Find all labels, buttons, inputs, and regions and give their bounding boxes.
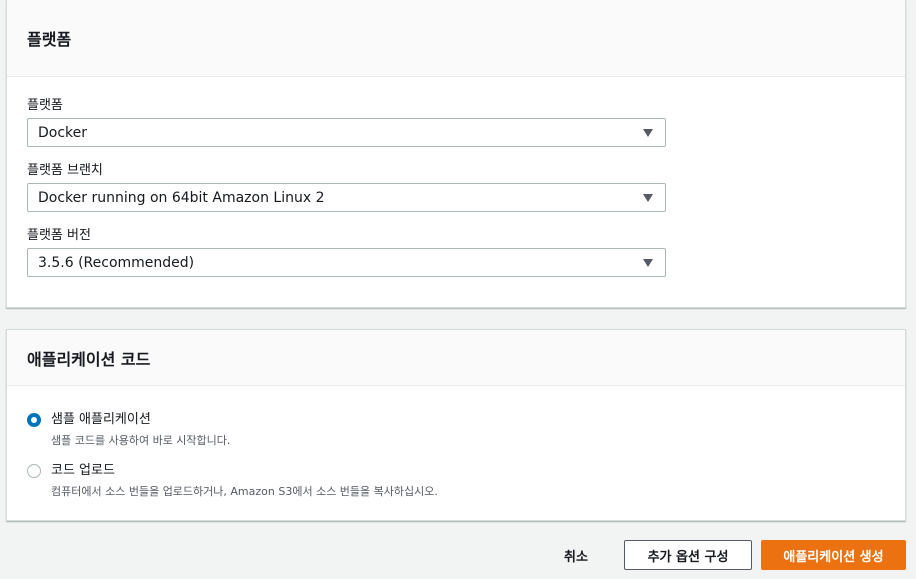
platform-branch-select[interactable]: Docker running on 64bit Amazon Linux 2: [27, 183, 666, 212]
caret-down-icon: [643, 128, 653, 137]
radio-option-label: 코드 업로드: [51, 463, 115, 478]
caret-down-icon: [643, 193, 653, 202]
cancel-button[interactable]: 취소: [556, 540, 596, 570]
application-code-panel-title: 애플리케이션 코드: [27, 349, 151, 369]
create-application-button[interactable]: 애플리케이션 생성: [761, 540, 906, 570]
platform-branch-select-value: Docker running on 64bit Amazon Linux 2: [38, 189, 325, 206]
platform-select[interactable]: Docker: [27, 118, 666, 147]
caret-down-icon: [643, 258, 653, 267]
platform-panel: 플랫폼 플랫폼 Docker 플랫폼 브랜치 Docker running on…: [6, 0, 906, 308]
radio-option-upload-code[interactable]: 코드 업로드 컴퓨터에서 소스 번들을 업로드하거나, Amazon S3에서 …: [27, 461, 438, 499]
radio-button-unselected[interactable]: [27, 464, 41, 478]
radio-option-label: 샘플 애플리케이션: [51, 412, 151, 427]
configure-more-options-button[interactable]: 추가 옵션 구성: [624, 540, 752, 570]
platform-version-label: 플랫폼 버전: [27, 228, 91, 243]
platform-branch-label: 플랫폼 브랜치: [27, 163, 103, 178]
platform-select-value: Docker: [38, 124, 88, 141]
application-code-panel: 애플리케이션 코드 샘플 애플리케이션 샘플 코드를 사용하여 바로 시작합니다…: [6, 329, 906, 521]
platform-panel-title: 플랫폼: [27, 30, 72, 49]
platform-version-select[interactable]: 3.5.6 (Recommended): [27, 248, 666, 277]
platform-label: 플랫폼: [27, 98, 63, 113]
radio-button-selected[interactable]: [27, 413, 41, 427]
platform-panel-header: 플랫폼: [7, 0, 905, 77]
application-code-panel-header: 애플리케이션 코드: [7, 330, 905, 386]
platform-version-select-value: 3.5.6 (Recommended): [38, 254, 195, 271]
radio-option-description: 컴퓨터에서 소스 번들을 업로드하거나, Amazon S3에서 소스 번들을 …: [51, 485, 438, 498]
radio-option-description: 샘플 코드를 사용하여 바로 시작합니다.: [51, 434, 231, 447]
radio-option-sample-application[interactable]: 샘플 애플리케이션 샘플 코드를 사용하여 바로 시작합니다.: [27, 410, 230, 448]
